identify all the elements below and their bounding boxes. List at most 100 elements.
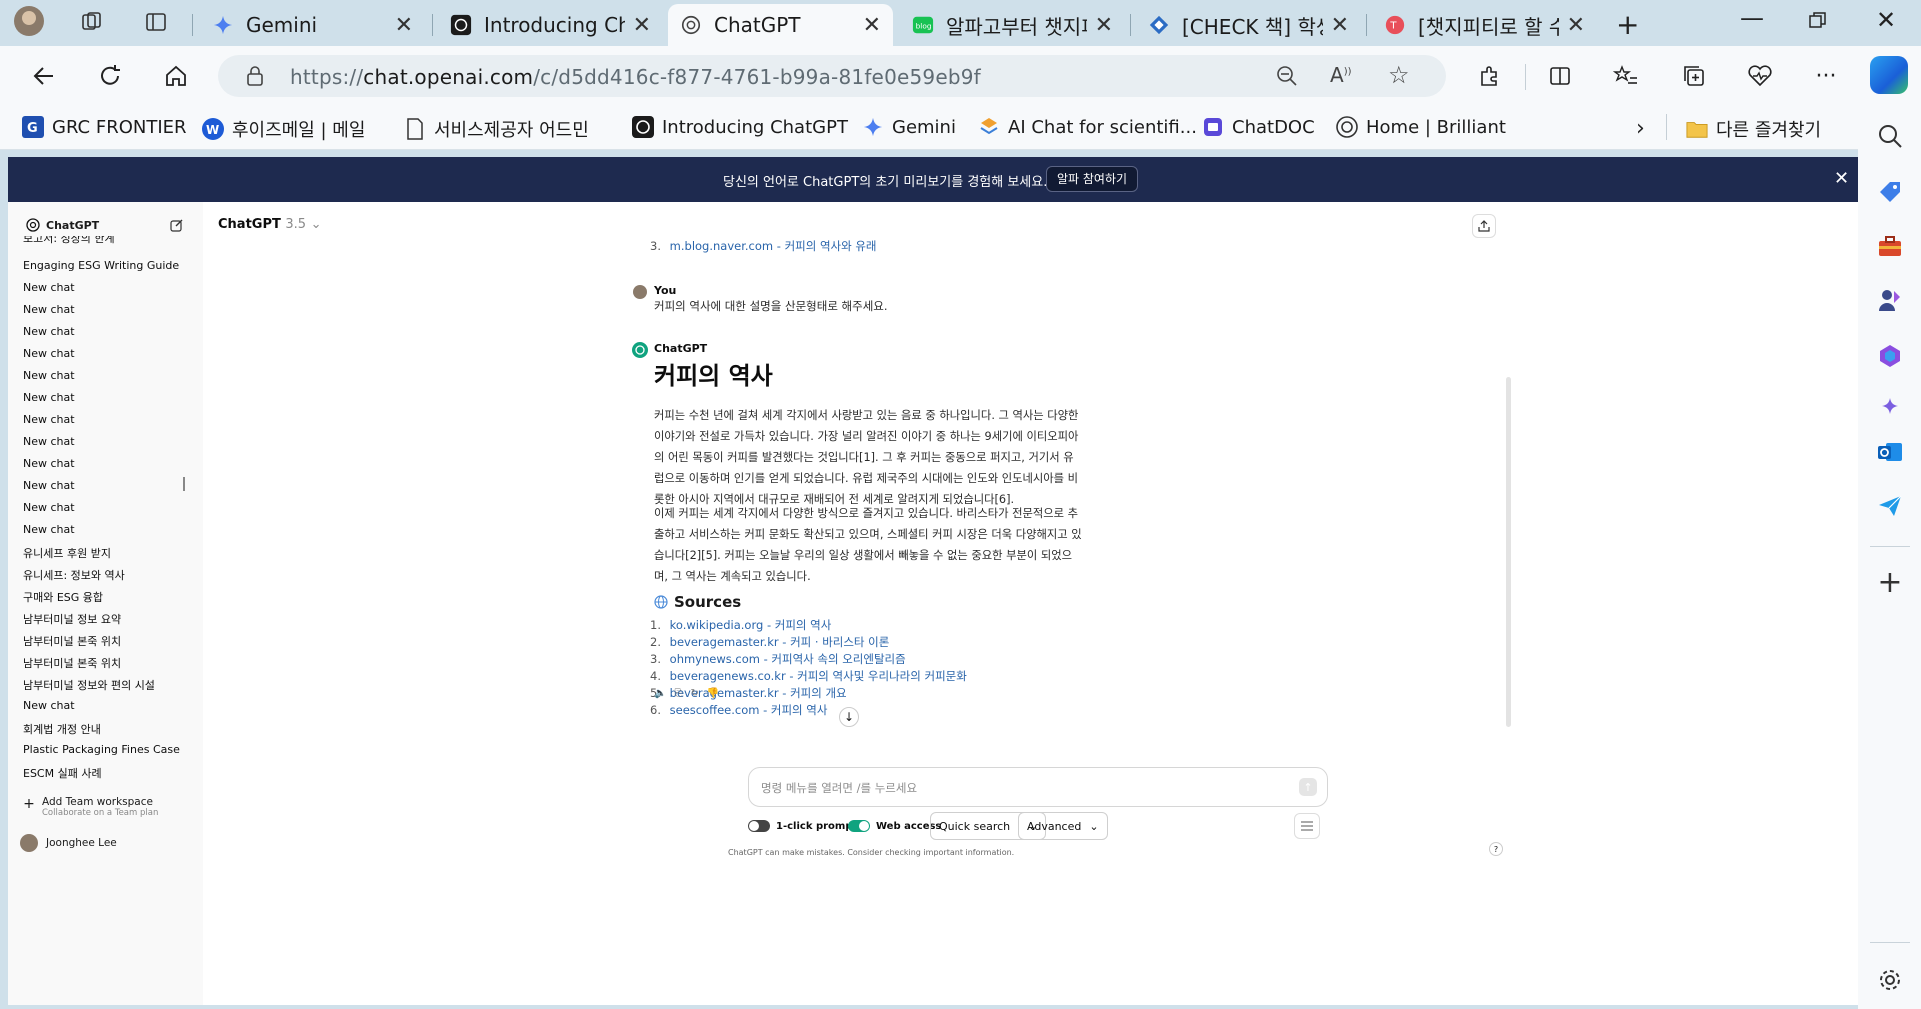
bookmark-ai-chat-scientific[interactable]: AI Chat for scientifi... bbox=[978, 116, 1197, 138]
restore-icon[interactable] bbox=[1808, 10, 1828, 30]
chat-history-item[interactable]: New chat bbox=[23, 303, 75, 316]
chat-scrollbar[interactable] bbox=[1506, 377, 1511, 727]
chat-history-item[interactable]: Plastic Packaging Fines Case bbox=[23, 743, 180, 756]
model-selector[interactable]: ChatGPT 3.5 ⌄ bbox=[218, 217, 322, 232]
regenerate-icon[interactable]: ↻ bbox=[690, 688, 698, 699]
chat-history-item[interactable]: New chat bbox=[23, 325, 75, 338]
settings-sliders-icon[interactable] bbox=[1294, 813, 1320, 839]
source-item[interactable]: 4. beveragenews.co.kr - 커피의 역사및 우리나라의 커피… bbox=[650, 668, 967, 684]
copy-icon[interactable]: ⎘ bbox=[674, 688, 682, 699]
chat-history-item[interactable]: 유니세프 후원 받지 bbox=[23, 545, 111, 561]
split-screen-icon[interactable] bbox=[1542, 58, 1578, 94]
chat-history-item[interactable]: New chat bbox=[23, 501, 75, 514]
chat-history-item[interactable]: New chat bbox=[23, 413, 75, 426]
advanced-select[interactable]: Advanced ⌄ bbox=[1018, 812, 1108, 840]
sparkle-icon[interactable] bbox=[1874, 390, 1906, 422]
new-tab-icon[interactable]: + bbox=[1616, 8, 1639, 41]
chat-history-item[interactable]: Engaging ESG Writing Guide bbox=[23, 259, 179, 272]
chat-history-item[interactable]: New chat bbox=[23, 281, 75, 294]
bookmark-grc-frontier[interactable]: G GRC FRONTIER bbox=[22, 116, 187, 138]
tab-introducing-chatgpt[interactable]: Introducing ChatGPT ✕ bbox=[438, 4, 663, 46]
shopping-tag-icon[interactable] bbox=[1874, 176, 1906, 208]
source-item[interactable]: 6. seescoffee.com - 커피의 역사 bbox=[650, 702, 827, 718]
chat-history-item[interactable]: ESCM 실패 사례 bbox=[23, 765, 102, 781]
url-text[interactable]: https://chat.openai.com/c/d5dd416c-f877-… bbox=[290, 65, 981, 89]
chat-history-item[interactable]: New chat bbox=[23, 479, 75, 492]
chat-history-item[interactable]: 유니세프: 정보와 역사 bbox=[23, 567, 125, 583]
other-bookmarks[interactable]: 다른 즐겨찾기 bbox=[1686, 116, 1821, 142]
favorites-list-icon[interactable] bbox=[1608, 58, 1644, 94]
close-tab-icon[interactable]: ✕ bbox=[1331, 13, 1349, 38]
source-link[interactable]: beveragenews.co.kr - 커피의 역사및 우리나라의 커피문화 bbox=[670, 669, 967, 683]
source-link[interactable]: ohmynews.com - 커피역사 속의 오리엔탈리즘 bbox=[670, 652, 906, 666]
source-item[interactable]: 2. beveragemaster.kr - 커피 · 바리스타 이론 bbox=[650, 634, 889, 650]
chat-history-item[interactable]: New chat bbox=[23, 435, 75, 448]
help-icon[interactable]: ? bbox=[1489, 842, 1503, 856]
sidebar-resize-handle[interactable] bbox=[183, 477, 185, 491]
chat-history-item[interactable]: 남부터미널 정보 요약 bbox=[23, 611, 121, 627]
bookmark-whois-mail[interactable]: W 후이즈메일 | 메일 bbox=[202, 116, 365, 142]
profile-avatar[interactable] bbox=[14, 6, 44, 36]
chat-history-item[interactable]: 남부터미널 본죽 위치 bbox=[23, 655, 121, 671]
chat-history-item[interactable]: 남부터미널 정보와 편의 시설 bbox=[23, 677, 155, 693]
bookmark-introducing-chatgpt[interactable]: Introducing ChatGPT bbox=[632, 116, 848, 138]
browser-essentials-icon[interactable] bbox=[1742, 58, 1778, 94]
one-click-prompts-toggle[interactable]: 1-click prompts bbox=[748, 812, 863, 840]
chat-history-item[interactable]: New chat bbox=[23, 347, 75, 360]
close-tab-icon[interactable]: ✕ bbox=[1567, 13, 1585, 38]
workspaces-icon[interactable] bbox=[80, 10, 104, 34]
bookmark-gemini[interactable]: Gemini bbox=[862, 116, 956, 138]
address-bar[interactable]: https://chat.openai.com/c/d5dd416c-f877-… bbox=[218, 55, 1446, 97]
prev-source-item[interactable]: 3. m.blog.naver.com - 커피의 역사와 유래 bbox=[650, 238, 877, 254]
tab-gemini[interactable]: Gemini ✕ bbox=[200, 4, 425, 46]
minimize-icon[interactable]: — bbox=[1740, 4, 1764, 32]
games-icon[interactable] bbox=[1874, 284, 1906, 316]
bookmark-brilliant[interactable]: Home | Brilliant bbox=[1336, 116, 1506, 138]
extensions-icon[interactable] bbox=[1472, 58, 1508, 94]
tab-chatgpt-what-can[interactable]: T [챗지피티로 할 수 ✕ bbox=[1372, 4, 1597, 46]
toggle-on[interactable] bbox=[848, 820, 870, 832]
thumbs-down-icon[interactable]: 👎 bbox=[707, 688, 719, 699]
chat-history-item[interactable]: New chat bbox=[23, 369, 75, 382]
join-alpha-button[interactable]: 알파 참여하기 bbox=[1046, 166, 1139, 192]
toggle-off[interactable] bbox=[748, 820, 770, 832]
microsoft365-icon[interactable] bbox=[1874, 340, 1906, 372]
settings-gear-icon[interactable] bbox=[1874, 964, 1906, 996]
outlook-icon[interactable] bbox=[1874, 436, 1906, 468]
source-link[interactable]: m.blog.naver.com - 커피의 역사와 유래 bbox=[670, 239, 877, 253]
collections-icon[interactable] bbox=[1676, 58, 1712, 94]
chat-history-item[interactable]: 보고서: 성장의 한계 bbox=[23, 236, 115, 246]
lock-icon[interactable] bbox=[246, 65, 264, 87]
source-link[interactable]: beveragemaster.kr - 커피 · 바리스타 이론 bbox=[670, 635, 890, 649]
send-icon[interactable] bbox=[1874, 490, 1906, 522]
zoom-icon[interactable] bbox=[1276, 65, 1298, 87]
chat-history-item[interactable]: 남부터미널 본죽 위치 bbox=[23, 633, 121, 649]
send-button[interactable]: ↑ bbox=[1299, 778, 1317, 796]
chevron-right-icon[interactable]: › bbox=[1636, 116, 1645, 141]
back-icon[interactable] bbox=[26, 58, 62, 94]
tab-check-book[interactable]: [CHECK 책] 학생들 ✕ bbox=[1136, 4, 1361, 46]
chat-history-item[interactable]: New chat bbox=[23, 457, 75, 470]
close-tab-icon[interactable]: ✕ bbox=[395, 13, 413, 38]
bookmark-service-admin[interactable]: 서비스제공자 어드민 bbox=[404, 116, 589, 142]
web-access-toggle[interactable]: Web access bbox=[848, 812, 941, 840]
close-window-icon[interactable]: ✕ bbox=[1876, 6, 1896, 34]
close-banner-icon[interactable]: ✕ bbox=[1834, 168, 1849, 189]
read-aloud-icon[interactable]: A)) bbox=[1330, 63, 1352, 87]
add-sidebar-icon[interactable]: + bbox=[1874, 565, 1906, 600]
chat-history-item[interactable]: New chat bbox=[23, 699, 75, 712]
source-item[interactable]: 3. ohmynews.com - 커피역사 속의 오리엔탈리즘 bbox=[650, 651, 906, 667]
copilot-icon[interactable] bbox=[1870, 56, 1908, 94]
search-icon[interactable] bbox=[1874, 120, 1906, 152]
scroll-down-icon[interactable]: ↓ bbox=[839, 707, 859, 727]
source-link[interactable]: ko.wikipedia.org - 커피의 역사 bbox=[670, 618, 832, 632]
add-team-workspace[interactable]: + Add Team workspace Collaborate on a Te… bbox=[20, 796, 158, 818]
message-input[interactable]: 명령 메뉴를 열려면 /를 누르세요 ↑ bbox=[748, 767, 1328, 807]
chat-history-item[interactable]: New chat bbox=[23, 391, 75, 404]
vertical-tabs-icon[interactable] bbox=[144, 10, 168, 34]
share-icon[interactable] bbox=[1472, 214, 1496, 238]
favorite-star-icon[interactable]: ☆ bbox=[1388, 61, 1410, 89]
new-chat-edit-icon[interactable] bbox=[170, 218, 184, 232]
close-tab-icon[interactable]: ✕ bbox=[633, 13, 651, 38]
refresh-icon[interactable] bbox=[92, 58, 128, 94]
